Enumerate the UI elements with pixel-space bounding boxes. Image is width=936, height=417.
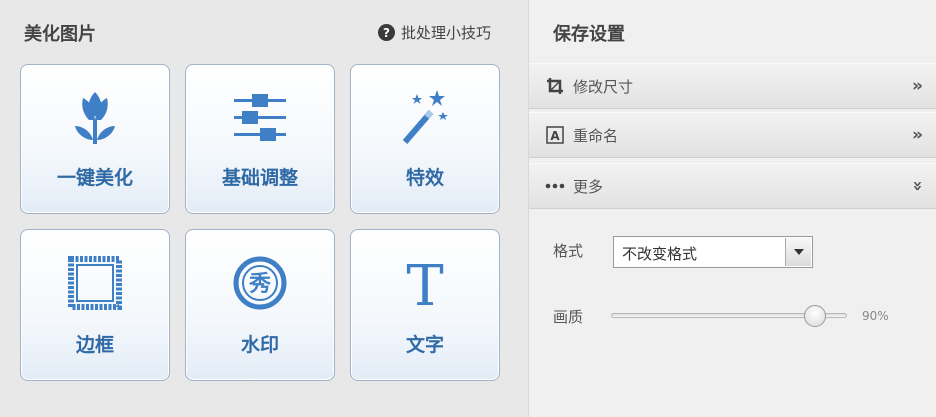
watermark-button[interactable]: 秀 水印	[185, 229, 335, 381]
text-label: 文字	[405, 334, 444, 356]
format-select[interactable]: 不改变格式	[613, 236, 813, 268]
format-value: 不改变格式	[622, 245, 698, 263]
svg-text:秀: 秀	[248, 272, 271, 297]
sliders-icon	[186, 87, 334, 149]
crop-icon	[545, 77, 565, 95]
text-icon: T	[351, 252, 499, 314]
beautify-panel: 美化图片 ? 批处理小技巧 一键美化 基础调整 特效 边框 秀 水印 T 文字	[0, 0, 527, 417]
save-settings-title: 保存设置	[553, 24, 625, 45]
format-label: 格式	[553, 242, 584, 260]
quality-slider-thumb[interactable]	[803, 305, 826, 327]
one-click-beautify-label: 一键美化	[56, 167, 133, 189]
tulip-icon	[21, 87, 169, 149]
one-click-beautify-button[interactable]: 一键美化	[20, 64, 170, 214]
quality-value: 90%	[862, 309, 889, 323]
batch-tips-label: 批处理小技巧	[400, 24, 491, 42]
magic-wand-icon	[351, 87, 499, 149]
frame-label: 边框	[75, 334, 114, 356]
frame-button[interactable]: 边框	[20, 229, 170, 381]
effects-label: 特效	[405, 167, 444, 189]
save-settings-panel: 保存设置 修改尺寸 » A 重命名 » 更多 » 格式 不改变格式 画质 90%	[528, 0, 936, 417]
more-label: 更多	[573, 177, 604, 196]
resize-label: 修改尺寸	[573, 77, 634, 96]
frame-icon	[21, 252, 169, 314]
resize-section[interactable]: 修改尺寸 »	[529, 63, 936, 109]
dropdown-arrow-icon[interactable]	[785, 238, 811, 266]
question-icon: ?	[377, 24, 395, 41]
beautify-title: 美化图片	[24, 24, 96, 45]
rename-label: 重命名	[573, 126, 619, 145]
more-section[interactable]: 更多 »	[529, 163, 936, 209]
watermark-icon: 秀	[186, 252, 334, 314]
svg-text:A: A	[550, 129, 560, 143]
quality-label: 画质	[553, 308, 584, 326]
watermark-label: 水印	[240, 334, 279, 356]
basic-adjust-button[interactable]: 基础调整	[185, 64, 335, 214]
effects-button[interactable]: 特效	[350, 64, 500, 214]
svg-text:T: T	[406, 255, 443, 311]
quality-slider[interactable]	[611, 305, 847, 327]
rename-section[interactable]: A 重命名 »	[529, 112, 936, 158]
double-chevron-right-icon: »	[912, 76, 923, 96]
rename-icon: A	[545, 126, 565, 144]
batch-tips-link[interactable]: ? 批处理小技巧	[377, 22, 491, 43]
double-chevron-right-icon: »	[912, 125, 923, 145]
basic-adjust-label: 基础调整	[221, 167, 298, 189]
more-dots-icon	[545, 182, 565, 190]
text-button[interactable]: T 文字	[350, 229, 500, 381]
double-chevron-down-icon: »	[907, 180, 928, 192]
